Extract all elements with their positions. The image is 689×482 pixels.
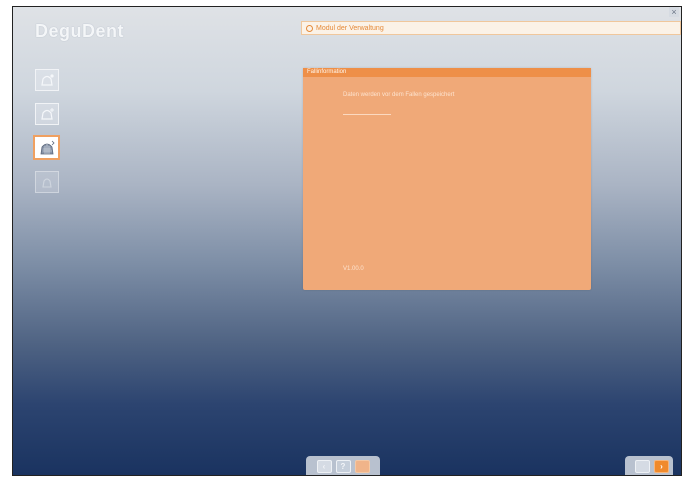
bell-grid-icon <box>40 140 55 154</box>
bottom-toolbar: ‹ ? <box>306 456 380 475</box>
bell-icon <box>41 74 54 86</box>
sidebar-item-bell-disabled[interactable] <box>35 171 59 193</box>
circle-icon <box>306 24 313 32</box>
settings-button[interactable] <box>635 459 650 473</box>
divider <box>343 114 391 115</box>
toolbar-button[interactable] <box>354 459 370 473</box>
version-label: V1.00.0 <box>343 266 364 272</box>
bell-plus-icon <box>41 108 54 120</box>
help-button[interactable]: ? <box>335 459 351 473</box>
sidebar-item-bell-grid[interactable] <box>33 135 60 160</box>
module-bar-label: Modul der Verwaltung <box>316 24 384 32</box>
module-bar[interactable]: Modul der Verwaltung <box>301 21 681 35</box>
app-window: DeguDent × Modul der Verwaltung Fallinfo… <box>12 6 682 476</box>
bell-disabled-icon <box>42 178 52 188</box>
next-button[interactable]: › <box>654 459 669 473</box>
info-dialog: Fallinformation Daten werden vor dem Fal… <box>303 68 591 290</box>
navigation-toolbar: › <box>625 456 673 475</box>
back-button[interactable]: ‹ <box>316 459 332 473</box>
dialog-message: Daten werden vor dem Fallen gespeichert <box>343 92 455 98</box>
close-button[interactable]: × <box>669 7 679 17</box>
app-logo: DeguDent <box>35 21 124 41</box>
dialog-title: Fallinformation <box>303 68 591 77</box>
sidebar-item-bell[interactable] <box>35 69 59 91</box>
sidebar-item-bell-plus[interactable] <box>35 103 59 125</box>
